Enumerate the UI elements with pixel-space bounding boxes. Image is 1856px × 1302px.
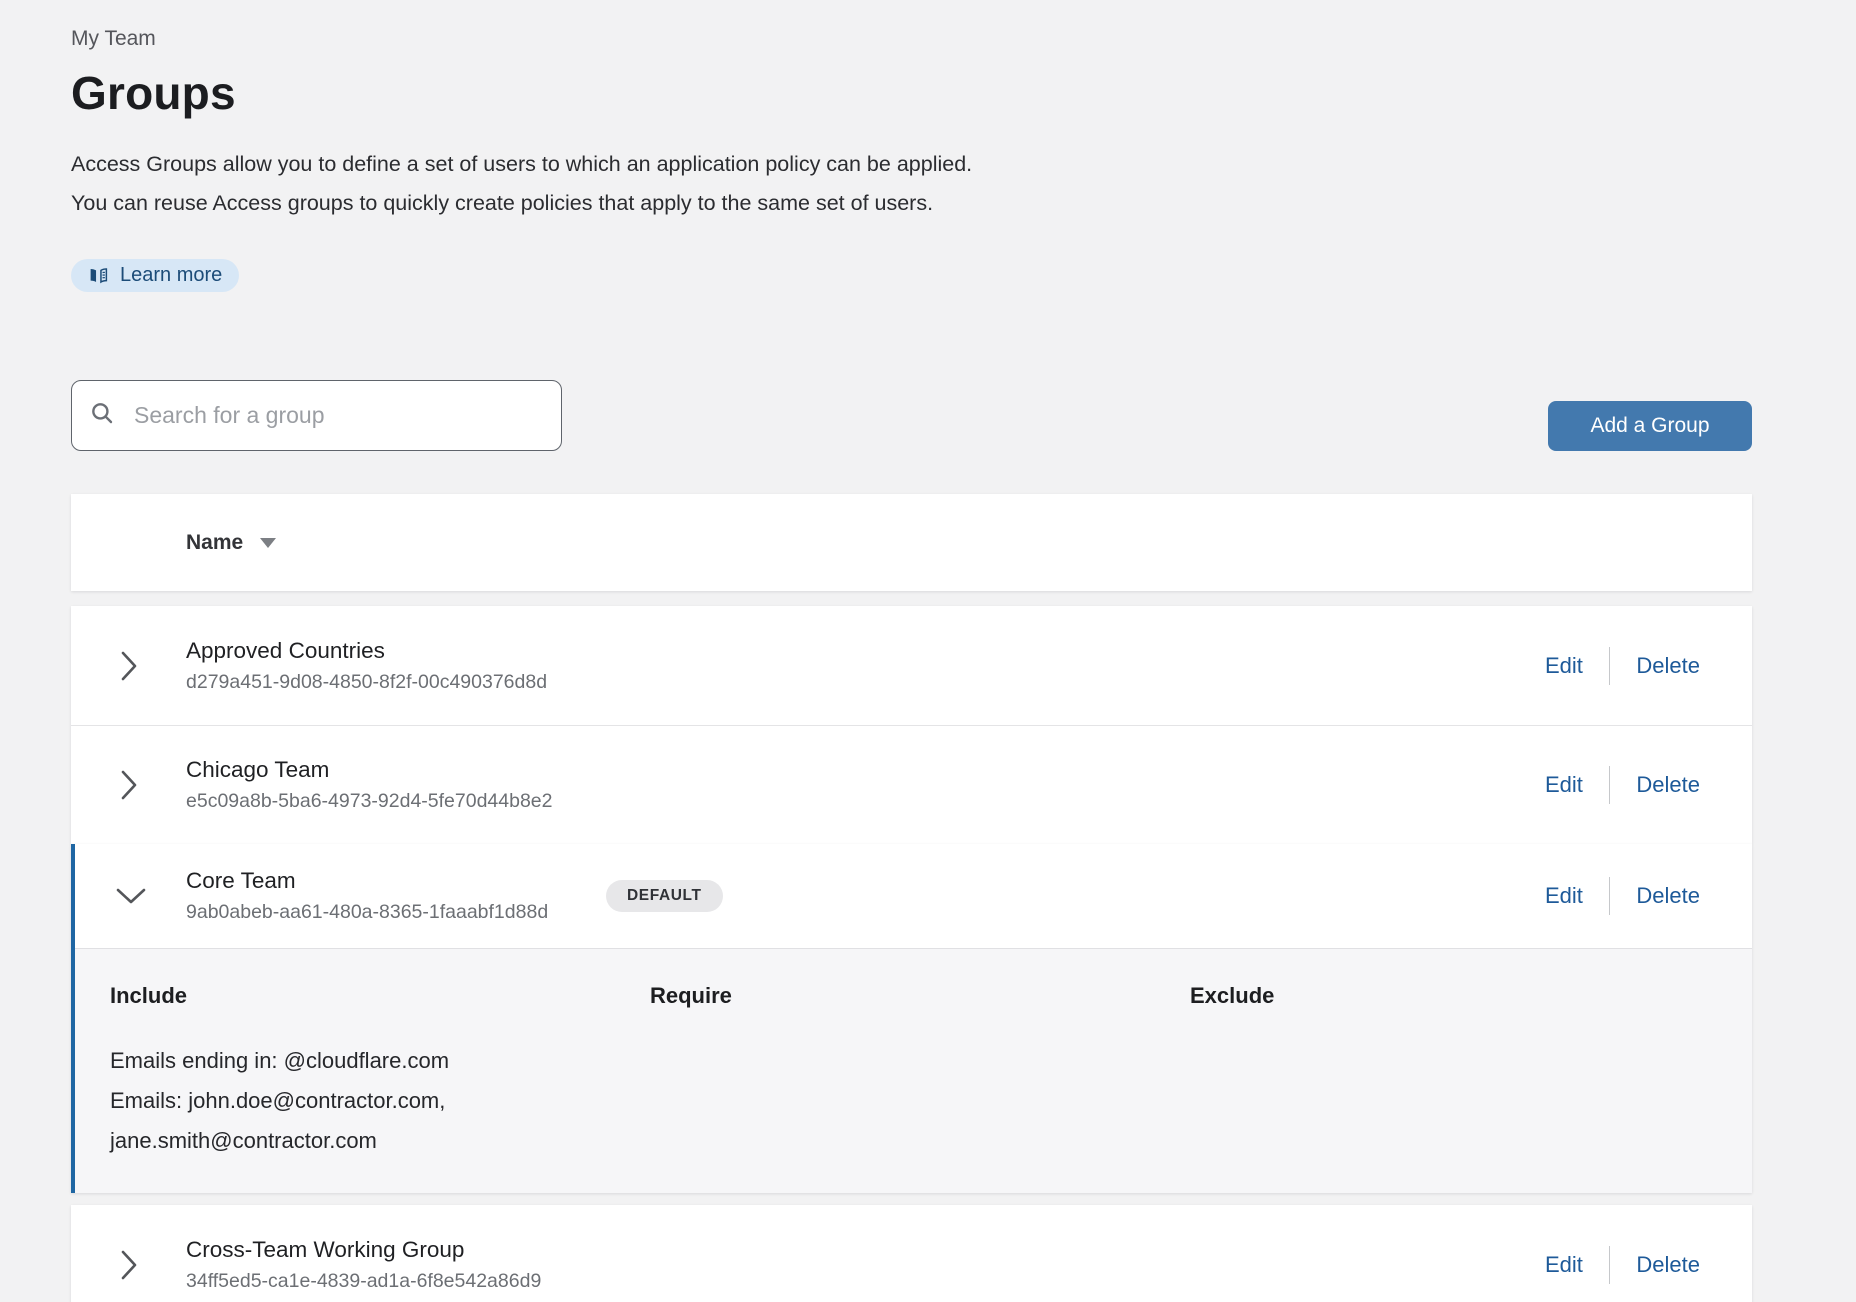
learn-more-button[interactable]: Learn more — [71, 259, 239, 292]
group-card-core-team-expanded: Core Team 9ab0abeb-aa61-480a-8365-1faaab… — [71, 844, 1752, 1193]
group-id: 9ab0abeb-aa61-480a-8365-1faaabf1d88d — [186, 901, 606, 924]
search-input[interactable] — [134, 402, 561, 429]
chevron-right-icon[interactable] — [71, 768, 186, 802]
action-divider — [1609, 647, 1611, 685]
group-id: 34ff5ed5-ca1e-4839-ad1a-6f8e542a86d9 — [186, 1270, 606, 1293]
exclude-column-header: Exclude — [1190, 983, 1712, 1009]
learn-more-label: Learn more — [120, 264, 222, 287]
groups-table-body: Approved Countries d279a451-9d08-4850-8f… — [71, 606, 1752, 844]
edit-link[interactable]: Edit — [1545, 653, 1583, 679]
chevron-right-icon[interactable] — [71, 649, 186, 683]
chevron-down-icon[interactable] — [75, 887, 186, 905]
breadcrumb: My Team — [71, 0, 1752, 51]
group-name-cell: Core Team 9ab0abeb-aa61-480a-8365-1faaab… — [186, 868, 606, 924]
group-name-cell: Cross-Team Working Group 34ff5ed5-ca1e-4… — [186, 1237, 606, 1293]
edit-link[interactable]: Edit — [1545, 1252, 1583, 1278]
group-name-cell: Approved Countries d279a451-9d08-4850-8f… — [186, 638, 606, 694]
group-row-chicago-team[interactable]: Chicago Team e5c09a8b-5ba6-4973-92d4-5fe… — [71, 725, 1752, 844]
group-name: Cross-Team Working Group — [186, 1237, 606, 1263]
table-header-name[interactable]: Name — [71, 494, 1752, 591]
search-icon — [89, 400, 115, 431]
delete-link[interactable]: Delete — [1636, 1252, 1700, 1278]
group-rules-detail: Include Emails ending in: @cloudflare.co… — [75, 948, 1752, 1193]
chevron-right-icon[interactable] — [71, 1248, 186, 1282]
group-row-approved-countries[interactable]: Approved Countries d279a451-9d08-4850-8f… — [71, 606, 1752, 725]
rules-header-row: Include Emails ending in: @cloudflare.co… — [110, 983, 1712, 1161]
groups-table-footer-card: Cross-Team Working Group 34ff5ed5-ca1e-4… — [71, 1205, 1752, 1302]
sort-desc-caret-icon — [260, 538, 276, 548]
page-title: Groups — [71, 66, 1752, 120]
action-divider — [1609, 877, 1611, 915]
row-actions: Edit Delete — [1545, 766, 1752, 804]
include-rule-item: Emails: john.doe@contractor.com, jane.sm… — [110, 1081, 610, 1161]
include-column-header: Include — [110, 983, 650, 1009]
row-actions: Edit Delete — [1545, 877, 1752, 915]
edit-link[interactable]: Edit — [1545, 772, 1583, 798]
default-badge: DEFAULT — [606, 880, 723, 912]
description-line-2: You can reuse Access groups to quickly c… — [71, 184, 1752, 223]
row-actions: Edit Delete — [1545, 647, 1752, 685]
edit-link[interactable]: Edit — [1545, 883, 1583, 909]
group-name: Chicago Team — [186, 757, 606, 783]
group-row-cross-team-working-group[interactable]: Cross-Team Working Group 34ff5ed5-ca1e-4… — [71, 1205, 1752, 1302]
include-rules-list: Emails ending in: @cloudflare.com Emails… — [110, 1041, 610, 1161]
action-divider — [1609, 1246, 1611, 1284]
name-column-header: Name — [186, 531, 243, 555]
add-group-button[interactable]: Add a Group — [1548, 401, 1752, 451]
book-icon — [88, 265, 109, 286]
row-actions: Edit Delete — [1545, 1246, 1752, 1284]
delete-link[interactable]: Delete — [1636, 653, 1700, 679]
delete-link[interactable]: Delete — [1636, 883, 1700, 909]
page-content: My Team Groups Access Groups allow you t… — [71, 0, 1752, 1302]
delete-link[interactable]: Delete — [1636, 772, 1700, 798]
search-box — [71, 380, 562, 451]
group-row-core-team[interactable]: Core Team 9ab0abeb-aa61-480a-8365-1faaab… — [75, 844, 1752, 948]
group-name: Core Team — [186, 868, 606, 894]
action-divider — [1609, 766, 1611, 804]
toolbar: Add a Group — [71, 380, 1752, 451]
description-line-1: Access Groups allow you to define a set … — [71, 145, 1752, 184]
include-rule-item: Emails ending in: @cloudflare.com — [110, 1041, 610, 1081]
group-name: Approved Countries — [186, 638, 606, 664]
group-name-cell: Chicago Team e5c09a8b-5ba6-4973-92d4-5fe… — [186, 757, 606, 813]
require-column-header: Require — [650, 983, 1190, 1009]
group-id: d279a451-9d08-4850-8f2f-00c490376d8d — [186, 671, 606, 694]
page-description: Access Groups allow you to define a set … — [71, 145, 1752, 223]
group-id: e5c09a8b-5ba6-4973-92d4-5fe70d44b8e2 — [186, 790, 606, 813]
